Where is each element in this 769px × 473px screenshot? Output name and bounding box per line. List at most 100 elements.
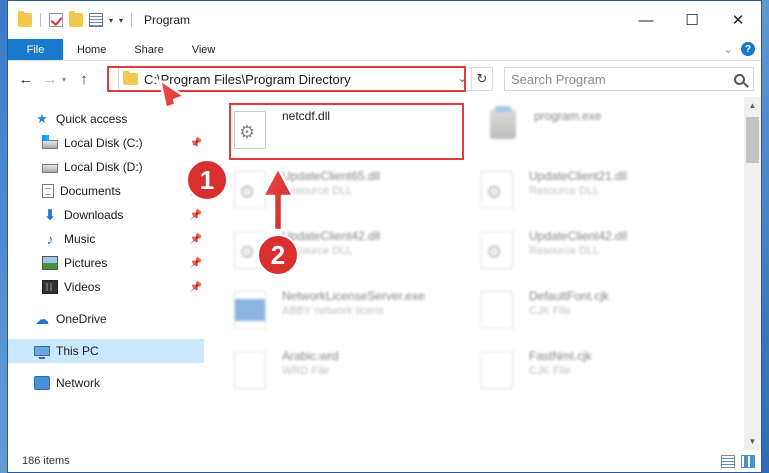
file-item[interactable]: Arabic.wrd WRD File: [232, 345, 462, 393]
maximize-button[interactable]: ☐: [669, 1, 715, 39]
sidebar-item-downloads[interactable]: ⬇ Downloads 📌: [8, 203, 204, 227]
sidebar-item-label: This PC: [56, 344, 99, 358]
folder-icon: [123, 71, 138, 85]
vertical-scrollbar[interactable]: ▲ ▼: [744, 97, 761, 450]
star-icon: ★: [36, 111, 48, 126]
pin-icon[interactable]: 📌: [190, 138, 202, 149]
file-name: program.exe: [534, 109, 602, 123]
sidebar-item-label: Network: [56, 376, 101, 390]
forward-button[interactable]: →: [38, 71, 62, 88]
dll-file-icon: [234, 231, 266, 269]
properties-check-icon[interactable]: [49, 13, 63, 27]
file-item[interactable]: FastNml.cjk CJK File: [479, 345, 709, 393]
help-icon[interactable]: ?: [741, 42, 755, 56]
recent-locations-icon[interactable]: ▾: [62, 75, 72, 84]
sidebar-item-label: Videos: [64, 280, 101, 294]
tab-share[interactable]: Share: [120, 39, 177, 60]
file-name: DefaultFont.cjk: [529, 289, 610, 303]
ribbon-right: ⌄ ?: [724, 42, 755, 56]
dll-file-icon: [234, 111, 266, 149]
file-item[interactable]: UpdateClient21.dll Resource DLL: [479, 165, 709, 213]
address-path[interactable]: C:\Program Files\Program Directory: [144, 72, 351, 87]
file-type: Resource DLL: [282, 185, 353, 197]
file-name: UpdateClient42.dll: [529, 229, 628, 243]
scroll-up-icon[interactable]: ▲: [744, 97, 761, 114]
qat-dropdown-icon[interactable]: ▾: [119, 16, 123, 25]
file-type: Resource DLL: [529, 185, 600, 197]
file-name: NetworkLicenseServer.exe: [282, 289, 425, 303]
sidebar-item-music[interactable]: ♪ Music 📌: [8, 227, 204, 251]
file-item[interactable]: DefaultFont.cjk CJK File: [479, 285, 709, 333]
search-input[interactable]: Search Program: [504, 67, 754, 91]
status-bar: 186 items: [8, 450, 761, 472]
sidebar-item-quick-access[interactable]: ★ Quick access: [8, 107, 204, 131]
back-button[interactable]: ←: [14, 71, 38, 88]
tab-home[interactable]: Home: [63, 39, 120, 60]
file-name: UpdateClient21.dll: [529, 169, 628, 183]
file-type: CJK File: [529, 365, 571, 377]
window-controls: — ☐ ✕: [623, 1, 761, 39]
documents-icon: [42, 184, 54, 198]
folder-icon: [18, 11, 32, 27]
file-item-netcdf-dll[interactable]: netcdf.dll: [232, 105, 462, 153]
sidebar-item-label: Downloads: [64, 208, 124, 222]
tab-view[interactable]: View: [178, 39, 230, 60]
sidebar-item-label: Local Disk (D:): [64, 160, 143, 174]
up-button[interactable]: ↑: [72, 71, 96, 88]
dll-file-icon: [234, 171, 266, 209]
sidebar-item-videos[interactable]: Videos 📌: [8, 275, 204, 299]
sidebar-item-pictures[interactable]: Pictures 📌: [8, 251, 204, 275]
file-item-program-exe[interactable]: program.exe: [484, 105, 714, 153]
large-icons-view-icon[interactable]: [741, 455, 755, 468]
scroll-thumb[interactable]: [746, 117, 759, 163]
view-switcher: [721, 455, 755, 468]
sidebar-item-local-disk-d[interactable]: Local Disk (D:) 📌: [8, 155, 204, 179]
sidebar-item-this-pc[interactable]: This PC: [8, 339, 204, 363]
refresh-button[interactable]: ↻: [472, 67, 493, 91]
file-item[interactable]: UpdateClient42.dll Resource DLL: [232, 225, 462, 273]
videos-icon: [42, 280, 58, 294]
new-folder-icon[interactable]: [69, 11, 83, 27]
program-icon: [490, 106, 516, 139]
pin-icon[interactable]: 📌: [190, 186, 202, 197]
file-icon: [481, 351, 513, 389]
customize-icon[interactable]: [89, 13, 103, 27]
explorer-window: ▾ ▾ Program — ☐ ✕ File Home Share View ⌄…: [7, 0, 762, 473]
close-button[interactable]: ✕: [715, 1, 761, 39]
pin-icon[interactable]: 📌: [190, 258, 202, 269]
pin-icon[interactable]: 📌: [190, 234, 202, 245]
details-view-icon[interactable]: [721, 455, 735, 468]
quick-access-toolbar: ▾ ▾: [18, 11, 134, 27]
chevron-down-icon[interactable]: ▾: [109, 16, 113, 25]
tab-file[interactable]: File: [8, 39, 63, 60]
dll-file-icon: [481, 231, 513, 269]
sidebar-item-label: Documents: [60, 184, 121, 198]
pin-icon[interactable]: 📌: [190, 282, 202, 293]
ribbon-tabs: File Home Share View ⌄ ?: [8, 39, 761, 61]
expand-ribbon-icon[interactable]: ⌄: [724, 43, 733, 56]
drive-d-icon: [42, 164, 58, 173]
sidebar-item-local-disk-c[interactable]: Local Disk (C:) 📌: [8, 131, 204, 155]
pin-icon[interactable]: 📌: [190, 162, 202, 173]
file-name: netcdf.dll: [282, 109, 331, 123]
file-type: CJK File: [529, 305, 571, 317]
pin-icon[interactable]: 📌: [190, 210, 202, 221]
main-area: ★ Quick access Local Disk (C:) 📌 Local D…: [8, 97, 761, 450]
sidebar-item-onedrive[interactable]: ☁ OneDrive: [8, 307, 204, 331]
network-icon: [34, 376, 50, 390]
navigation-pane: ★ Quick access Local Disk (C:) 📌 Local D…: [8, 97, 204, 450]
sidebar-item-label: Music: [64, 232, 96, 246]
scroll-down-icon[interactable]: ▼: [744, 433, 761, 450]
file-icon: [481, 291, 513, 329]
sidebar-item-documents[interactable]: Documents 📌: [8, 179, 204, 203]
sidebar-item-network[interactable]: Network: [8, 371, 204, 395]
window-title: Program: [144, 13, 191, 27]
sidebar-item-label: Quick access: [56, 112, 128, 126]
chevron-down-icon[interactable]: ⌄: [458, 72, 467, 85]
file-item[interactable]: UpdateClient65.dll Resource DLL: [232, 165, 462, 213]
address-bar[interactable]: C:\Program Files\Program Directory ⌄: [118, 67, 472, 91]
minimize-button[interactable]: —: [623, 1, 669, 39]
file-item[interactable]: NetworkLicenseServer.exe ABBY network li…: [232, 285, 462, 333]
file-item[interactable]: UpdateClient42.dll Resource DLL: [479, 225, 709, 273]
file-list: netcdf.dll program.exe UpdateClient65.dl…: [204, 97, 761, 450]
